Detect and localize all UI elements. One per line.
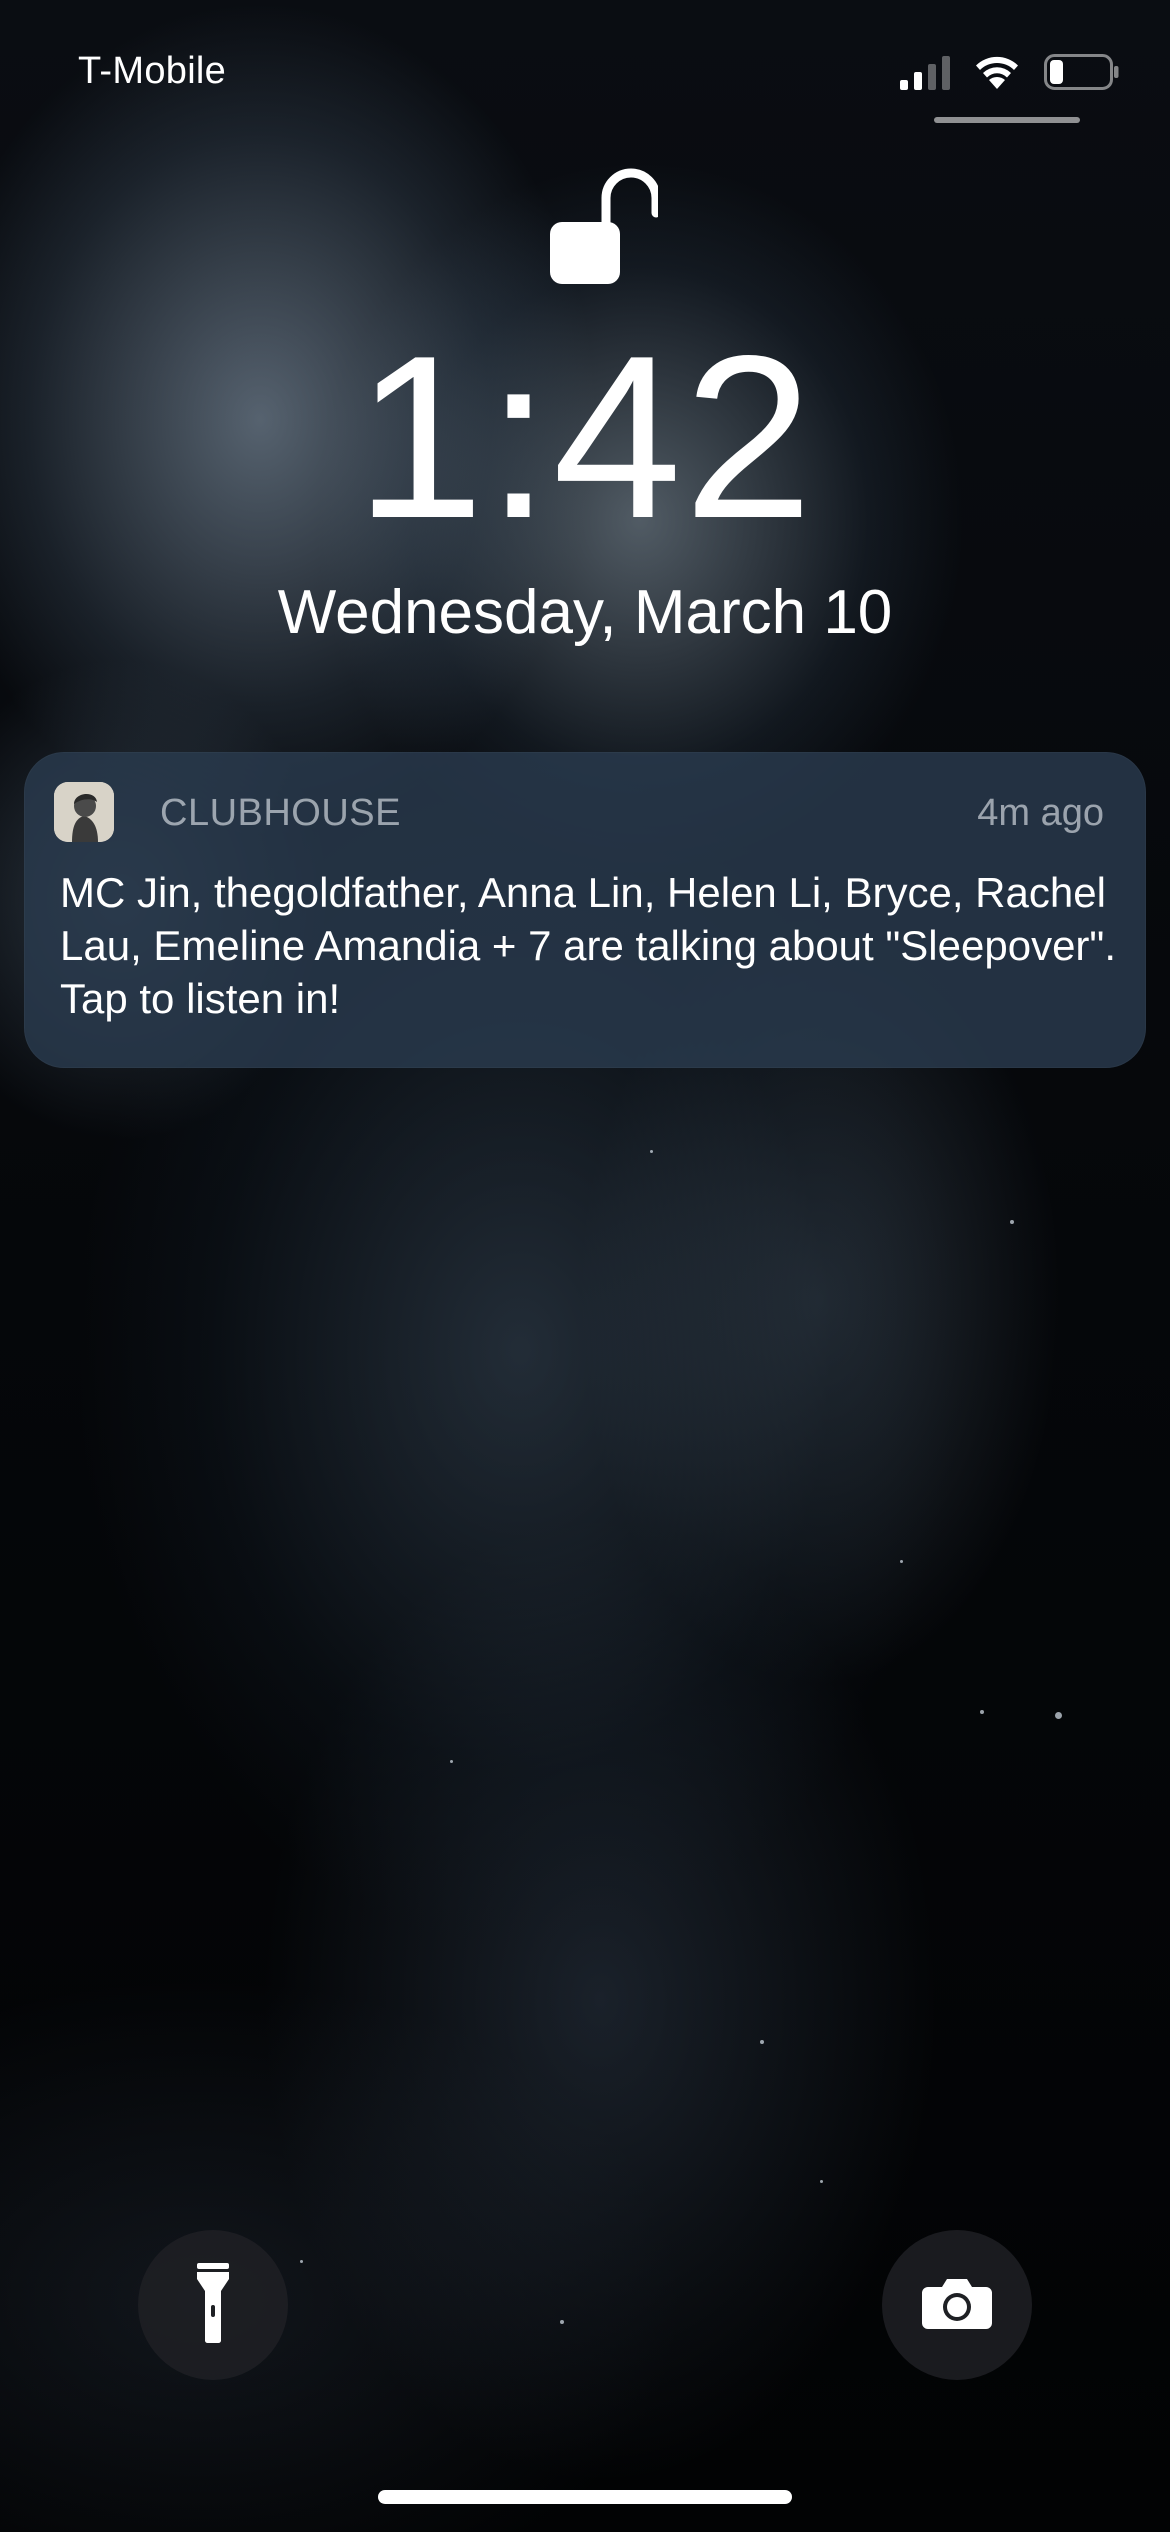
notification-body: MC Jin, thegoldfather, Anna Lin, Helen L… [60, 869, 1116, 1022]
camera-icon [922, 2277, 992, 2334]
notification-header: CLUBHOUSE 4m ago [54, 782, 1104, 842]
notification-time: 4m ago [977, 792, 1104, 834]
wifi-icon [972, 53, 1022, 91]
battery-icon [1044, 53, 1120, 91]
control-center-grabber[interactable] [934, 117, 1080, 123]
clock-date: Wednesday, March 10 [277, 578, 893, 647]
camera-button[interactable] [882, 2230, 1032, 2380]
carrier-name: T-Mobile [78, 50, 227, 92]
flashlight-button[interactable] [138, 2230, 288, 2380]
status-icons [900, 52, 1120, 92]
status-bar: T-Mobile [0, 0, 1170, 140]
unlocked-padlock-icon [548, 168, 661, 288]
notification-app-name: CLUBHOUSE [160, 792, 401, 834]
clock-time: 1:42 [355, 308, 815, 567]
notification-card[interactable]: CLUBHOUSE 4m ago MC Jin, thegoldfather, … [24, 752, 1146, 1068]
clubhouse-app-icon [54, 782, 114, 842]
cellular-signal-icon [900, 54, 950, 90]
home-indicator[interactable] [378, 2490, 792, 2504]
lock-screen: T-Mobile 1:42 Wednesday, March 10 CLUBHO… [0, 0, 1170, 2532]
flashlight-icon [196, 2262, 230, 2348]
